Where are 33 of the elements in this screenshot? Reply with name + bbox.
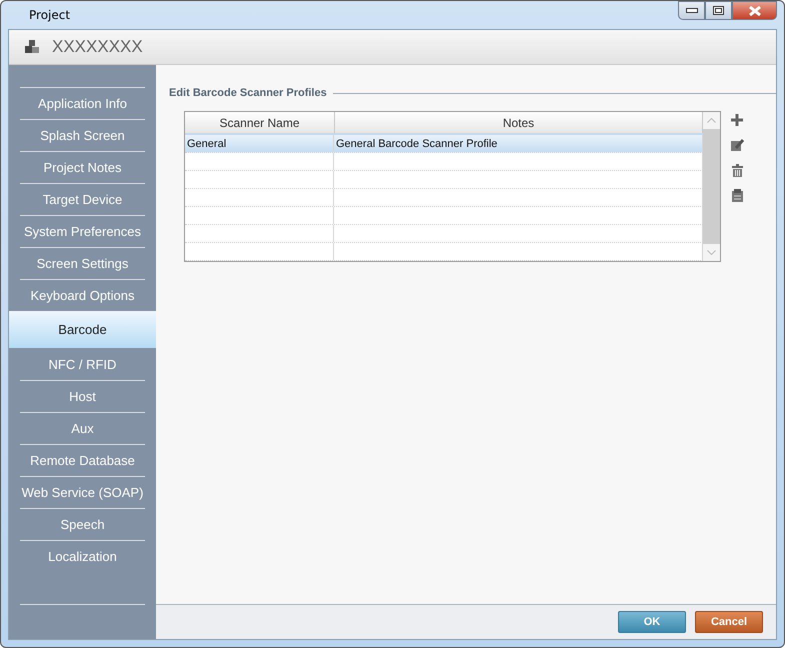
cancel-button[interactable]: Cancel <box>695 611 763 633</box>
table-cell: General <box>185 135 334 152</box>
plus-icon <box>730 113 744 128</box>
column-header[interactable]: Scanner Name <box>185 112 335 133</box>
table-row[interactable]: General General Barcode Scanner Profile <box>185 135 703 153</box>
section-title: Edit Barcode Scanner Profiles <box>169 87 327 99</box>
project-name: XXXXXXXX <box>52 37 143 57</box>
sidebar-item[interactable]: Speech <box>20 508 145 540</box>
minimize-icon <box>686 8 698 14</box>
sidebar-item[interactable]: Barcode <box>9 311 156 348</box>
minimize-button[interactable] <box>678 1 705 20</box>
maximize-button[interactable] <box>705 1 732 20</box>
ok-button[interactable]: OK <box>618 611 686 633</box>
pencil-icon <box>730 138 744 153</box>
clipboard-icon <box>730 188 744 203</box>
window-title: Project <box>28 8 70 22</box>
maximize-icon <box>713 6 724 15</box>
sidebar-item[interactable]: NFC / RFID <box>20 348 145 380</box>
sidebar-item[interactable]: Screen Settings <box>20 247 145 279</box>
sidebar-item[interactable]: Remote Database <box>20 444 145 476</box>
sidebar-item[interactable]: Host <box>20 380 145 412</box>
sidebar-item[interactable]: System Preferences <box>20 215 145 247</box>
close-icon <box>748 6 762 16</box>
sidebar-item[interactable]: Aux <box>20 412 145 444</box>
close-button[interactable] <box>732 1 777 20</box>
trash-icon <box>730 163 744 178</box>
sidebar-item[interactable]: Target Device <box>20 183 145 215</box>
sidebar-item[interactable]: Project Notes <box>20 151 145 183</box>
sidebar-item[interactable]: Splash Screen <box>20 119 145 151</box>
sidebar-item[interactable]: Web Service (SOAP) <box>20 476 145 508</box>
sidebar-item[interactable]: Application Info <box>20 87 145 119</box>
blocks-icon <box>24 39 40 55</box>
sidebar-item[interactable]: Localization <box>20 540 145 572</box>
